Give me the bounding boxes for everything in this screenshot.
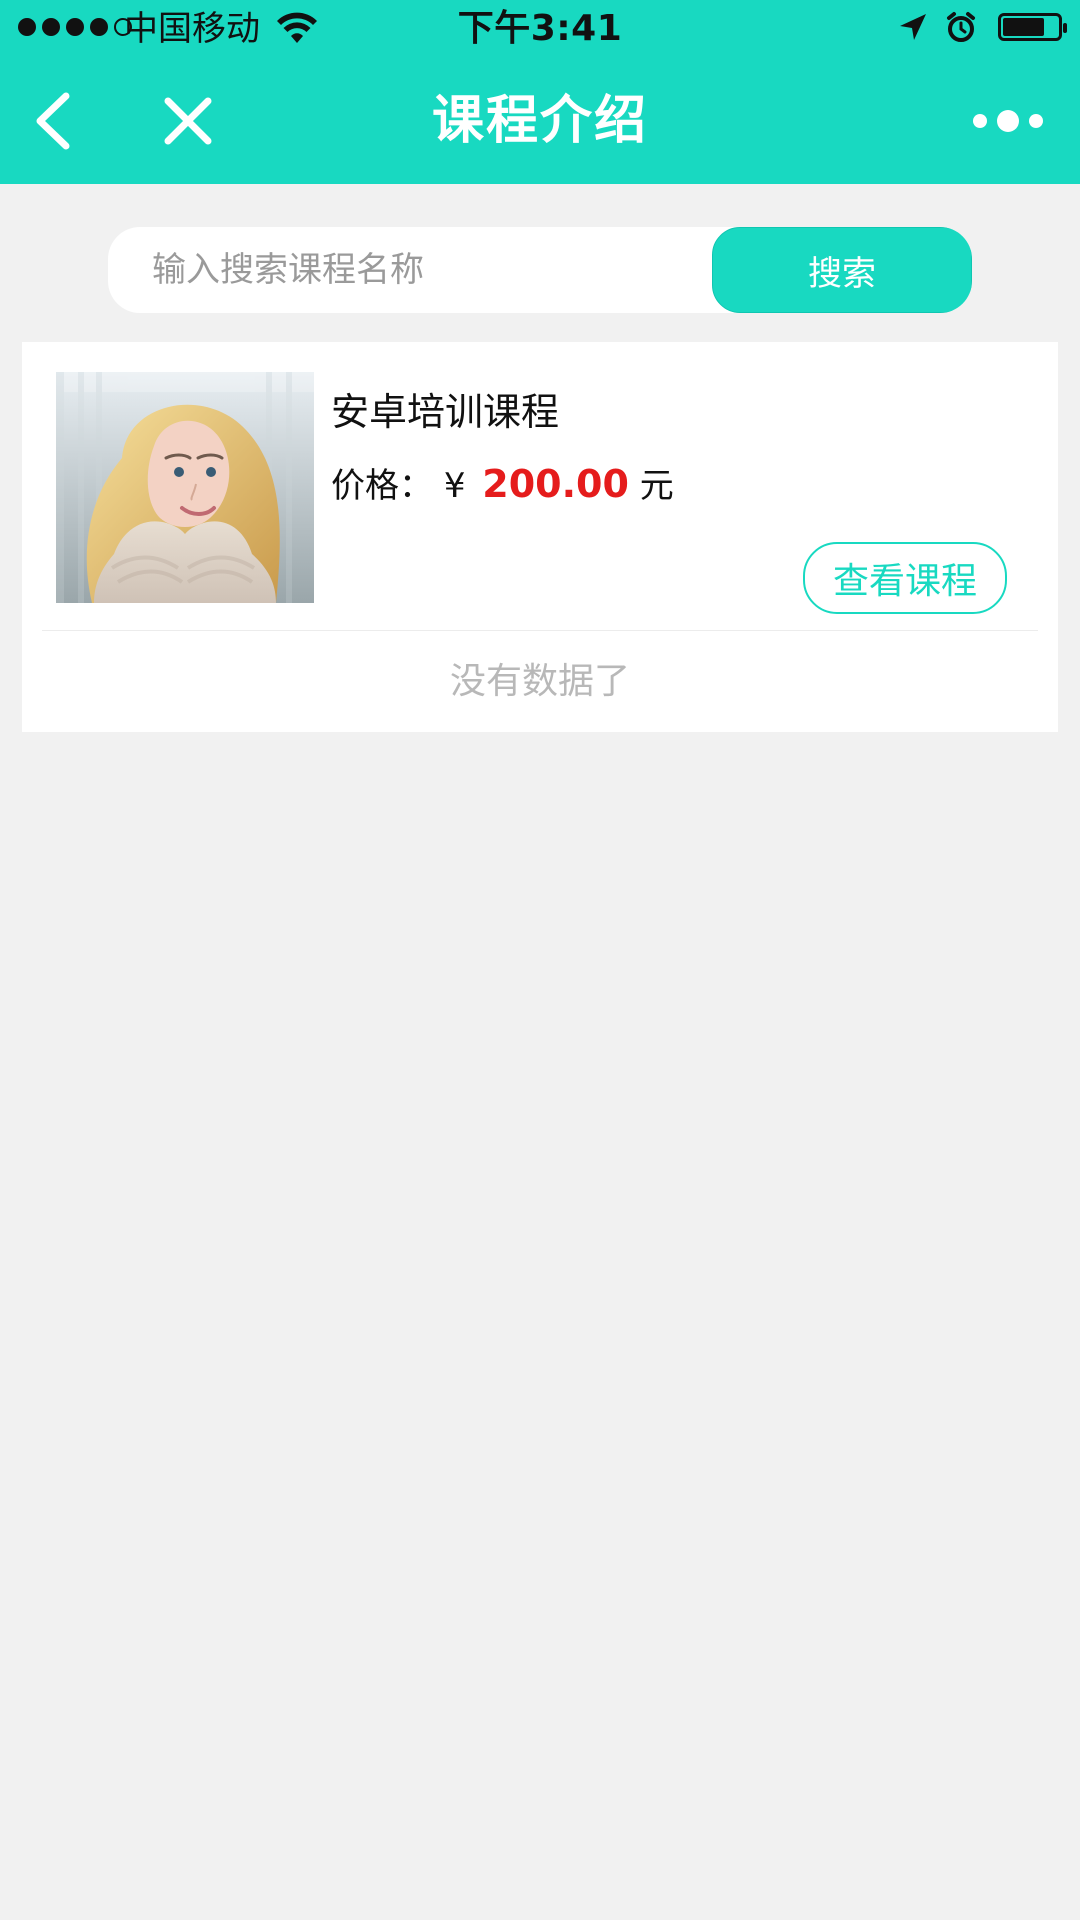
more-button[interactable]: [966, 58, 1050, 184]
list-divider: [42, 630, 1038, 631]
course-price-line: 价格： ¥ 200.00 元: [331, 460, 674, 510]
price-label: 价格：: [331, 466, 433, 506]
view-course-button[interactable]: 查看课程: [803, 542, 1007, 614]
no-more-data-text: 没有数据了: [449, 661, 630, 702]
search-bar: 搜索: [108, 227, 972, 313]
nav-bar: 课程介绍: [0, 58, 1080, 184]
search-input[interactable]: [108, 227, 712, 313]
app-screen: 中国移动 下午3:41 课程介绍 输入搜索课程名称 搜索 安卓培训课程 价格： …: [0, 0, 1080, 1920]
battery-level: [1003, 18, 1044, 36]
course-image: [56, 372, 314, 603]
search-button[interactable]: 搜索: [712, 227, 972, 313]
course-thumbnail: [56, 372, 314, 603]
price-unit: 元: [639, 466, 674, 506]
location-arrow-icon: [900, 14, 926, 40]
course-title: 安卓培训课程: [331, 390, 560, 434]
status-right-icons: [896, 10, 1067, 44]
list-item[interactable]: 安卓培训课程 价格： ¥ 200.00 元 查看课程: [22, 342, 1058, 632]
more-dots-icon: [973, 110, 1043, 132]
course-list: 安卓培训课程 价格： ¥ 200.00 元 查看课程 没有数据了: [22, 342, 1058, 732]
header: 中国移动 下午3:41 课程介绍: [0, 0, 1080, 184]
alarm-clock-icon: [947, 12, 975, 42]
page-title: 课程介绍: [431, 91, 648, 151]
course-price: 200.00: [482, 462, 629, 506]
battery-icon: [998, 13, 1067, 41]
currency-symbol: ¥: [443, 466, 466, 506]
status-bar: 中国移动 下午3:41: [0, 0, 1080, 58]
